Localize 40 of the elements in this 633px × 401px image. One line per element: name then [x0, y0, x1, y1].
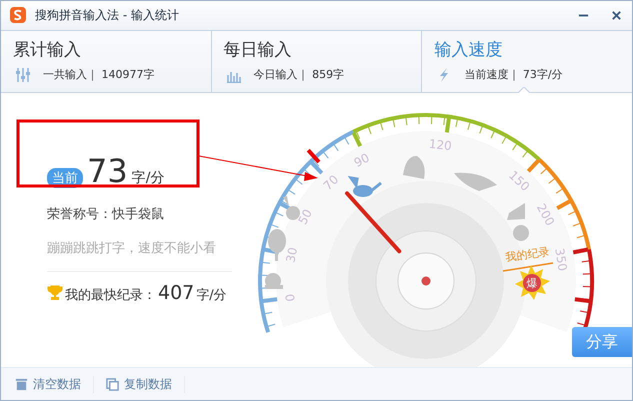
gauge-tick-label: 70: [320, 172, 342, 194]
gauge-tick-label: 30: [283, 246, 300, 264]
record-marker-label: 我的纪录: [504, 245, 550, 264]
footer-button[interactable]: 复制数据: [106, 376, 185, 393]
trash-icon: [15, 378, 28, 391]
current-speed-marker: [306, 149, 320, 164]
gauge-tick-label: 200: [534, 202, 558, 228]
record-label: 我的最快纪录：: [65, 287, 156, 304]
honor-title: 荣誉称号：快手袋鼠: [47, 206, 165, 224]
tab-stat: 今日输入｜ 859字: [254, 67, 344, 82]
tab-title: 累计输入: [13, 38, 82, 61]
stats-tab[interactable]: 输入速度 当前速度｜ 73字/分: [422, 30, 632, 92]
gauge-tick-label: 0: [282, 293, 298, 303]
gauge-tick-label: 50: [296, 207, 316, 228]
stats-tab[interactable]: 累计输入 一共输入｜ 140977字: [1, 30, 212, 92]
record-value: 407: [158, 282, 194, 304]
gauge-tick-label: 350: [552, 247, 570, 272]
app-logo-icon: [9, 6, 27, 24]
close-icon[interactable]: [611, 10, 622, 21]
record-line: [502, 262, 554, 272]
tab-title: 输入速度: [434, 38, 504, 61]
gauge-tick-label: 150: [506, 168, 532, 194]
record-burst-icon: [515, 265, 550, 300]
copy-icon: [106, 378, 119, 391]
sliders-icon: [15, 66, 31, 83]
slogan-text: 蹦蹦跳跳打字，速度不能小看: [47, 239, 232, 272]
stats-tab[interactable]: 每日输入 今日输入｜ 859字: [212, 30, 422, 92]
current-speed: 73: [87, 153, 128, 190]
tab-title: 每日输入: [224, 38, 293, 61]
gauge-tick-label: 90: [352, 150, 372, 170]
window-title: 搜狗拼音输入法 - 输入统计: [35, 6, 180, 24]
trophy-icon: [47, 285, 63, 302]
record-burst-text: 爆: [526, 277, 538, 290]
tab-stat: 一共输入｜ 140977字: [43, 67, 154, 82]
needle-hub: [422, 276, 430, 286]
record-unit: 字/分: [196, 287, 227, 304]
speed-unit: 字/分: [132, 169, 164, 188]
gauge-tick-label: 120: [428, 137, 452, 154]
footer-button[interactable]: 清空数据: [15, 376, 94, 393]
tab-stat: 当前速度｜ 73字/分: [464, 67, 563, 82]
